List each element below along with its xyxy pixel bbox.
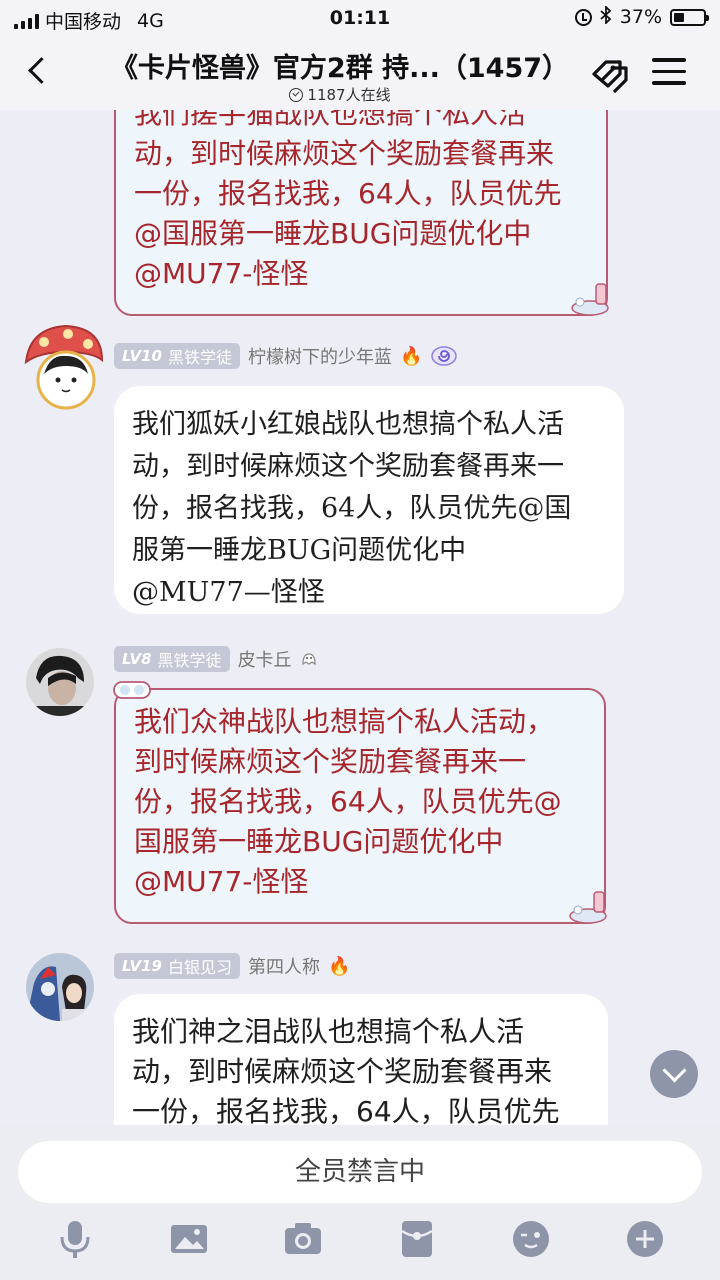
- image-icon[interactable]: [167, 1217, 211, 1261]
- message-bubble[interactable]: 我们搓手猫战队也想搞个私人活 动，到时候麻烦这个奖励套餐再来 一份，报名找我，6…: [114, 110, 609, 316]
- message-line: 服第一睡龙BUG问题优化中: [132, 535, 467, 566]
- bluetooth-icon: [600, 4, 612, 28]
- bath-sticker-icon: [571, 283, 609, 316]
- avatar[interactable]: [26, 648, 94, 716]
- fire-icon: 🔥: [328, 955, 351, 977]
- sender-nickname[interactable]: 柠檬树下的少年蓝: [248, 343, 392, 369]
- message-line: 我们搓手猫战队也想搞个私人活: [134, 110, 527, 130]
- status-right: 37%: [574, 4, 709, 28]
- chat-area[interactable]: 我们搓手猫战队也想搞个私人活 动，到时候麻烦这个奖励套餐再来 一份，报名找我，6…: [0, 110, 720, 1125]
- microphone-icon[interactable]: [53, 1217, 97, 1261]
- menu-icon[interactable]: [652, 58, 686, 88]
- message-line: @国服第一睡龙BUG问题优化中: [134, 217, 532, 250]
- message-line: 国服第一睡龙BUG问题优化中: [134, 825, 504, 858]
- message-line: @MU77-怪怪: [134, 865, 309, 898]
- sender-nickname[interactable]: 第四人称: [248, 953, 320, 979]
- sender-meta: LV8 黑铁学徒 皮卡丘: [114, 645, 318, 673]
- online-status: 1187人在线: [100, 84, 580, 105]
- fire-icon: 🔥: [400, 345, 423, 367]
- swirl-badge-icon: [431, 346, 458, 366]
- message-line: 动，到时候麻烦这个奖励套餐再来: [134, 137, 555, 170]
- message-bubble[interactable]: 我们狐妖小红娘战队也想搞个私人活 动，到时候麻烦这个奖励套餐再来一 份，报名找我…: [114, 386, 624, 614]
- plus-icon[interactable]: [623, 1217, 667, 1261]
- message-line: 动，到时候麻烦这个奖励套餐再来: [132, 1055, 553, 1088]
- bottom-panel: 全员禁言中: [0, 1125, 720, 1280]
- level-badge: LV10 黑铁学徒: [114, 343, 240, 369]
- level-text: LV8: [122, 650, 152, 668]
- message-line: @MU77—怪怪: [132, 577, 325, 608]
- level-badge: LV19 白银见习: [114, 953, 240, 979]
- message-line: 动，到时候麻烦这个奖励套餐再来一: [132, 451, 564, 482]
- battery-icon: [670, 8, 709, 26]
- group-title[interactable]: 《卡片怪兽》官方2群 持...（1457）: [100, 46, 580, 85]
- battery-fill: [674, 12, 685, 22]
- rank-text: 黑铁学徒: [157, 651, 222, 670]
- muted-notice: 全员禁言中: [18, 1141, 702, 1203]
- message-line: 份，报名找我，64人，队员优先@国: [132, 493, 572, 524]
- rank-text: 黑铁学徒: [167, 348, 232, 367]
- online-icon: [289, 87, 304, 102]
- input-toolbar: [0, 1217, 720, 1267]
- sender-meta: LV10 黑铁学徒 柠檬树下的少年蓝 🔥: [114, 342, 458, 370]
- level-text: LV19: [122, 957, 162, 975]
- level-text: LV10: [122, 347, 162, 365]
- message-line: @MU77-怪怪: [134, 257, 309, 290]
- sender-nickname[interactable]: 皮卡丘: [238, 646, 292, 672]
- message-line: 份，报名找我，64人，队员优先@: [134, 785, 562, 818]
- nav-bar: 《卡片怪兽》官方2群 持...（1457） 1187人在线: [0, 38, 720, 110]
- message-line: 我们众神战队也想搞个私人活动，: [134, 705, 555, 738]
- level-badge: LV8 黑铁学徒: [114, 646, 230, 672]
- message-line: 我们神之泪战队也想搞个私人活: [132, 1015, 525, 1048]
- ghost-badge-icon: [301, 653, 316, 666]
- message-line: 一份，报名找我，64人，队员优先: [132, 1095, 560, 1125]
- camera-icon[interactable]: [281, 1217, 325, 1261]
- red-packet-icon[interactable]: [395, 1217, 439, 1261]
- back-button[interactable]: [22, 52, 62, 92]
- message-line: 我们狐妖小红娘战队也想搞个私人活: [132, 409, 564, 440]
- message-line: 一份，报名找我，64人，队员优先: [134, 177, 562, 210]
- alarm-icon: [574, 8, 592, 26]
- message-line: 到时候麻烦这个奖励套餐再来一: [134, 745, 527, 778]
- online-count: 1187人在线: [307, 86, 391, 104]
- message-bubble[interactable]: 我们神之泪战队也想搞个私人活 动，到时候麻烦这个奖励套餐再来 一份，报名找我，6…: [114, 994, 608, 1125]
- bath-sticker-icon: [569, 891, 607, 924]
- message-bubble[interactable]: 我们众神战队也想搞个私人活动， 到时候麻烦这个奖励套餐再来一 份，报名找我，64…: [113, 681, 607, 924]
- goggles-sticker-icon: [113, 681, 151, 699]
- emoji-icon[interactable]: [509, 1217, 553, 1261]
- rank-text: 白银见习: [167, 958, 232, 977]
- scroll-to-bottom-button[interactable]: [650, 1050, 698, 1098]
- battery-percent: 37%: [619, 6, 662, 28]
- avatar[interactable]: [22, 322, 106, 412]
- sender-meta: LV19 白银见习 第四人称 🔥: [114, 952, 350, 980]
- group-tag-icon[interactable]: [588, 54, 632, 94]
- avatar[interactable]: [26, 953, 94, 1021]
- status-bar: 中国移动 4G 01:11 37%: [0, 0, 720, 38]
